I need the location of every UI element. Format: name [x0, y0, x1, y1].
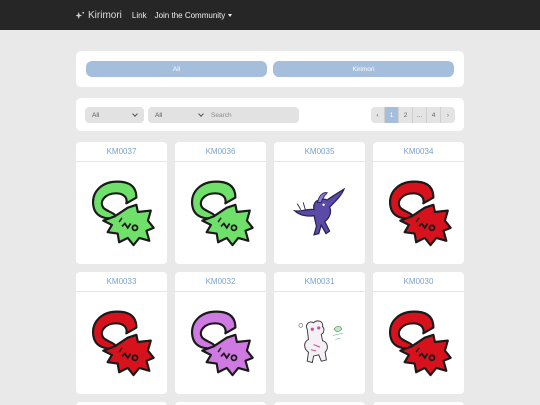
brand-name: Kirimori — [88, 9, 122, 21]
character-card[interactable]: KM0034 — [373, 142, 464, 264]
pagination: ‹ 1 2 ... 4 › — [371, 107, 455, 123]
page-ellipsis: ... — [413, 107, 427, 123]
card-thumbnail[interactable] — [274, 292, 365, 392]
card-code-link[interactable]: KM0032 — [175, 272, 266, 292]
emblem-image — [388, 180, 452, 247]
emblem-image — [388, 310, 452, 377]
card-code-link[interactable]: KM0035 — [274, 142, 365, 162]
emblem-image — [91, 310, 155, 377]
search-input[interactable]: Search — [204, 107, 299, 123]
emblem-image — [91, 180, 155, 247]
card-code-link[interactable]: KM0037 — [76, 142, 167, 162]
brand-link[interactable]: Kirimori — [76, 10, 122, 21]
community-dropdown[interactable]: Join the Community — [155, 11, 233, 20]
sketch-character-image — [298, 320, 343, 364]
page-2-button[interactable]: 2 — [399, 107, 413, 123]
character-card[interactable]: KM0033 — [76, 272, 167, 394]
nav-link-label: Link — [131, 10, 147, 20]
community-dropdown-label: Join the Community — [154, 10, 226, 20]
card-code-link[interactable]: KM0034 — [373, 142, 464, 162]
search-panel: All All Search ‹ 1 2 ... 4 › — [76, 98, 464, 131]
filter-kirimori-button[interactable]: Kirimori — [273, 61, 454, 77]
type-select[interactable]: All — [148, 107, 210, 123]
card-code-link[interactable]: KM0031 — [274, 272, 365, 292]
filter-all-button[interactable]: All — [86, 61, 267, 77]
card-thumbnail[interactable] — [373, 162, 464, 262]
character-card[interactable]: KM0030 — [373, 272, 464, 394]
card-code-link[interactable]: KM0033 — [76, 272, 167, 292]
character-card[interactable]: KM0037 — [76, 142, 167, 264]
chevron-down-icon — [198, 111, 204, 117]
top-navbar: Kirimori Link Join the Community — [0, 0, 540, 30]
owner-filter-panel: All Kirimori — [76, 51, 464, 87]
page-next-button[interactable]: › — [441, 107, 455, 123]
category-select-value: All — [92, 111, 100, 119]
search-placeholder: Search — [211, 111, 232, 119]
category-select[interactable]: All — [85, 107, 144, 123]
card-code-link[interactable]: KM0036 — [175, 142, 266, 162]
emblem-image — [190, 180, 254, 247]
character-card[interactable]: KM0032 — [175, 272, 266, 394]
page-1-button[interactable]: 1 — [385, 107, 399, 123]
bird-character-image — [292, 187, 345, 236]
card-thumbnail[interactable] — [175, 292, 266, 392]
character-card[interactable]: KM0031 — [274, 272, 365, 394]
nav-link[interactable]: Link — [132, 11, 147, 20]
page-prev-button[interactable]: ‹ — [371, 107, 385, 123]
sparkle-logo-icon — [76, 11, 85, 19]
chevron-down-icon — [132, 111, 138, 117]
card-thumbnail[interactable] — [76, 292, 167, 392]
character-card[interactable]: KM0035 — [274, 142, 365, 264]
card-thumbnail[interactable] — [274, 162, 365, 262]
type-select-value: All — [155, 111, 163, 119]
card-code-link[interactable]: KM0030 — [373, 272, 464, 292]
emblem-image — [190, 310, 254, 377]
caret-down-icon — [228, 13, 233, 17]
card-thumbnail[interactable] — [373, 292, 464, 392]
page-4-button[interactable]: 4 — [427, 107, 441, 123]
card-thumbnail[interactable] — [76, 162, 167, 262]
character-card[interactable]: KM0036 — [175, 142, 266, 264]
card-thumbnail[interactable] — [175, 162, 266, 262]
